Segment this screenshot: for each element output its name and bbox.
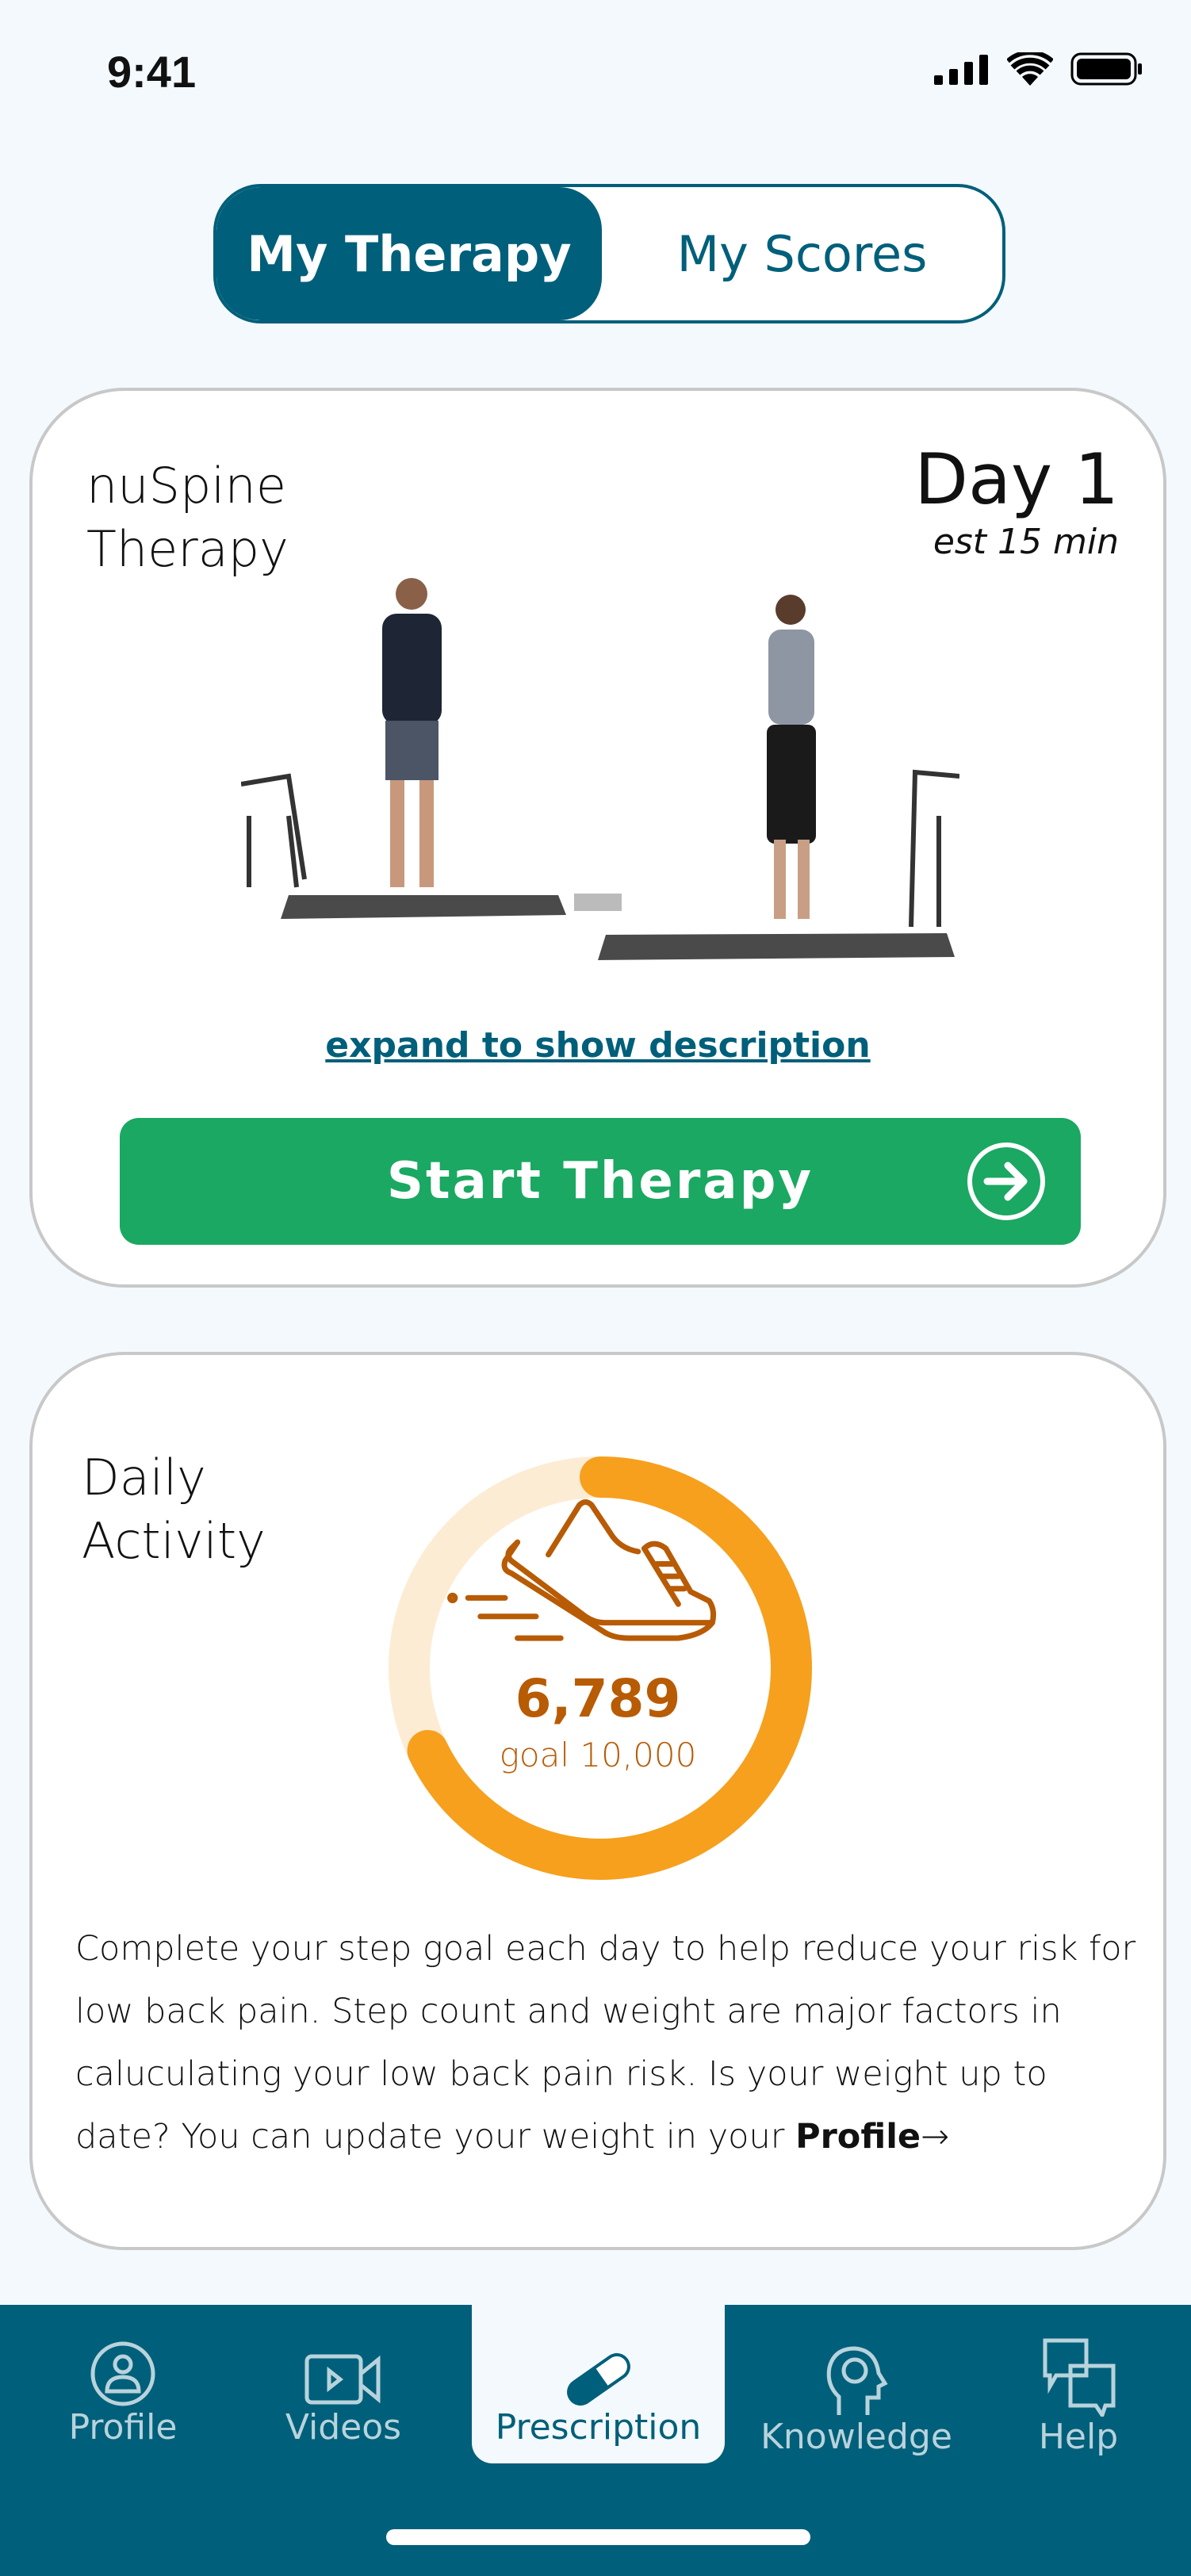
nav-label: Knowledge	[760, 2417, 952, 2457]
activity-description: Complete your step goal each day to help…	[75, 1918, 1138, 2168]
nav-label: Prescription	[495, 2407, 702, 2448]
nav-label: Help	[1038, 2417, 1119, 2457]
status-time: 9:41	[107, 47, 197, 97]
brain-head-icon	[826, 2346, 888, 2415]
start-therapy-label: Start Therapy	[386, 1152, 814, 1211]
chat-bubbles-icon	[1043, 2338, 1116, 2417]
nav-videos[interactable]: Videos	[252, 2305, 435, 2463]
therapy-scores-toggle: My Therapy My Scores	[213, 184, 1005, 323]
arrow-right-circle-icon	[967, 1143, 1045, 1220]
profile-link[interactable]: Profile	[795, 2117, 921, 2157]
activity-title-line1: Daily	[82, 1449, 206, 1506]
arrow-right-icon[interactable]: →	[921, 2117, 949, 2157]
therapy-title-line1: nuSpine	[86, 457, 286, 515]
wifi-icon	[1007, 52, 1053, 86]
therapy-card: nuSpine Therapy Day 1 est 15 min expand …	[29, 388, 1166, 1288]
start-therapy-button[interactable]: Start Therapy	[120, 1118, 1081, 1245]
nav-label: Videos	[285, 2407, 402, 2448]
estimate-label: est 15 min	[933, 522, 1119, 562]
expand-description-link[interactable]: expand to show description	[33, 1025, 1163, 1066]
nav-label: Profile	[68, 2407, 178, 2448]
status-icons	[934, 52, 1143, 86]
nav-help[interactable]: Help	[983, 2305, 1174, 2463]
cellular-signal-icon	[934, 55, 988, 85]
nav-knowledge[interactable]: Knowledge	[745, 2305, 967, 2463]
battery-icon	[1070, 52, 1142, 86]
video-icon	[304, 2354, 381, 2405]
activity-title: Daily Activity	[82, 1446, 266, 1573]
therapy-title: nuSpine Therapy	[86, 454, 289, 581]
daily-activity-card: Daily Activity 6,789 goal 10,000 Complet…	[29, 1352, 1166, 2250]
step-count-block: 6,789 goal 10,000	[33, 1668, 1163, 1774]
therapy-title-line2: Therapy	[86, 520, 289, 578]
day-label: Day 1	[914, 438, 1119, 520]
tab-my-scores[interactable]: My Scores	[602, 187, 1002, 320]
pill-icon	[566, 2352, 630, 2406]
activity-description-text: Complete your step goal each day to help…	[75, 1929, 1136, 2157]
tab-my-therapy[interactable]: My Therapy	[216, 187, 602, 320]
therapy-preview-image[interactable]	[241, 578, 959, 973]
activity-title-line2: Activity	[82, 1512, 266, 1570]
home-indicator[interactable]	[386, 2529, 810, 2545]
profile-icon	[90, 2341, 155, 2406]
nav-profile[interactable]: Profile	[32, 2305, 214, 2463]
step-count: 6,789	[515, 1668, 681, 1729]
nav-prescription[interactable]: Prescription	[472, 2305, 725, 2463]
step-goal: goal 10,000	[499, 1736, 697, 1774]
